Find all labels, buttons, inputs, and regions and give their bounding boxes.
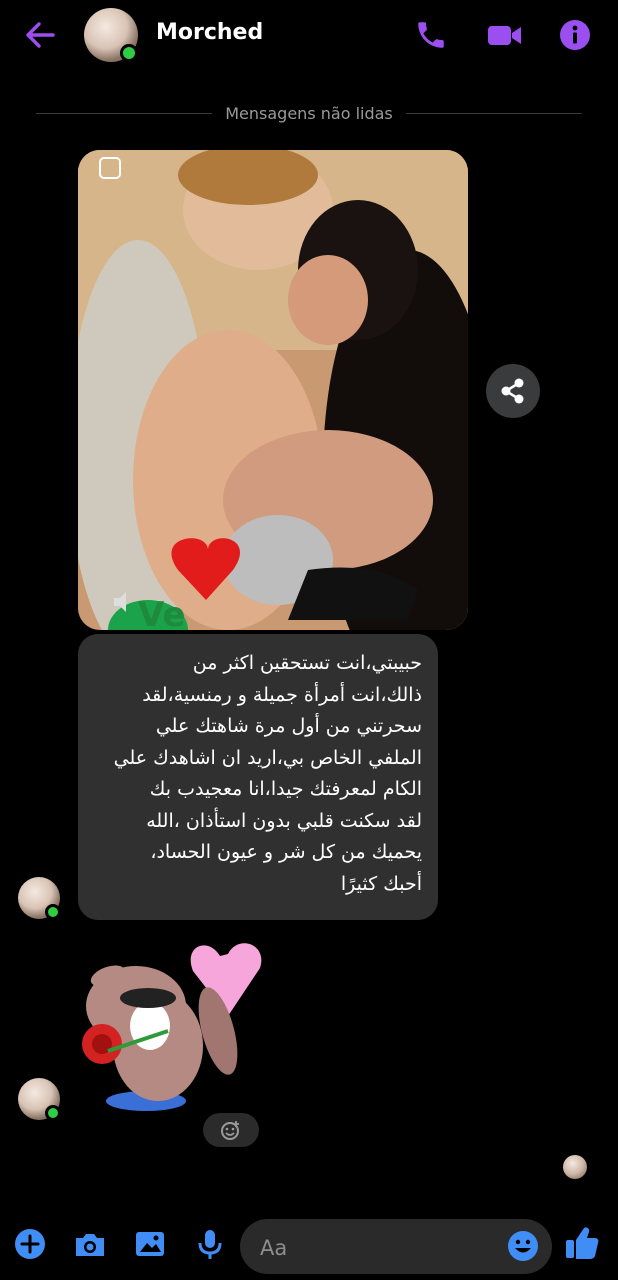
thumbs-up-icon[interactable] <box>564 1224 600 1260</box>
image-icon[interactable] <box>132 1226 168 1262</box>
message-line: أحبك كثيرًا <box>340 872 422 895</box>
sender-avatar[interactable] <box>18 877 61 920</box>
phone-icon[interactable] <box>414 18 448 52</box>
add-reaction-button[interactable] <box>203 1113 259 1147</box>
info-icon[interactable] <box>558 18 592 52</box>
message-line: الكام لمعرفتك جيدا،انا معجيدب بك <box>149 778 422 800</box>
photo-message[interactable]: Ve <box>78 150 468 630</box>
message-line: حبيبتي،انت تستحقين اكثر من <box>192 652 422 674</box>
contact-name[interactable]: Morched <box>156 20 263 45</box>
add-reaction-icon <box>221 1121 239 1140</box>
emoji-icon[interactable] <box>506 1229 540 1263</box>
message-line: ذالك،انت أمرأة جميلة و رمنسية،لقد <box>142 683 422 706</box>
message-line: الملفي الخاص بي،اريد ان اشاهدك علي <box>113 746 422 769</box>
unread-messages-label: Mensagens não lidas <box>215 104 403 123</box>
video-camera-icon[interactable] <box>486 18 524 52</box>
online-indicator <box>120 44 138 62</box>
sticker-message[interactable] <box>78 936 268 1122</box>
message-input[interactable] <box>258 1219 502 1276</box>
message-line: يحميك من كل شر و عيون الحساد، <box>150 841 422 863</box>
seen-receipt-avatar <box>563 1155 587 1179</box>
message-composer[interactable] <box>240 1219 552 1276</box>
message-line: لقد سكنت قلبي بدون استأذان ،الله <box>146 809 422 832</box>
text-message-bubble[interactable]: حبيبتي،انت تستحقين اكثر من ذالك،انت أمرأ… <box>78 634 438 920</box>
back-arrow-icon[interactable] <box>22 18 58 52</box>
online-indicator <box>45 1105 61 1121</box>
share-icon <box>501 378 524 404</box>
plus-icon[interactable] <box>12 1226 48 1262</box>
contact-avatar[interactable] <box>84 8 138 62</box>
online-indicator <box>45 904 61 920</box>
share-button[interactable] <box>486 364 540 418</box>
sender-avatar[interactable] <box>18 1078 61 1121</box>
unread-messages-divider: Mensagens não lidas <box>0 104 618 123</box>
message-line: سحرتني من أول مرة شاهتك علي <box>155 715 422 737</box>
camera-icon[interactable] <box>72 1226 108 1262</box>
love-sticker-text: Ve <box>138 595 186 630</box>
microphone-icon[interactable] <box>192 1226 228 1262</box>
